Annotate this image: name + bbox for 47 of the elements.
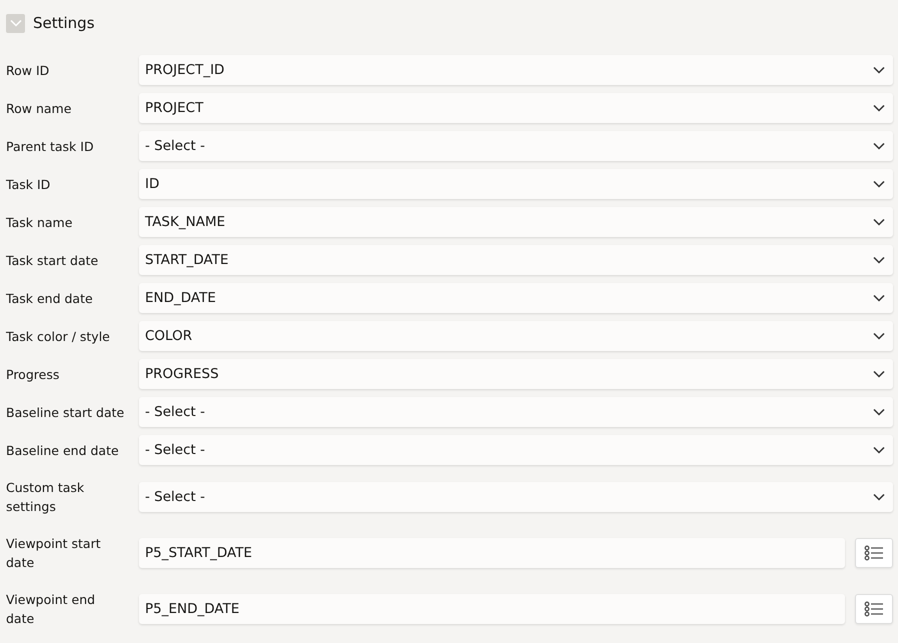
select-field[interactable]: - Select -	[139, 482, 893, 512]
chevron-down-icon	[873, 104, 885, 112]
field-label: Task color / style	[6, 328, 111, 346]
list-icon	[864, 601, 884, 617]
collapse-toggle[interactable]	[6, 14, 25, 32]
chevron-down-icon	[873, 294, 885, 302]
field-label: Custom task settings	[6, 479, 86, 516]
select-field[interactable]: END_DATE	[139, 283, 893, 313]
select-field[interactable]: - Select -	[139, 435, 893, 465]
select-field[interactable]: COLOR	[139, 321, 893, 351]
select-field[interactable]: PROJECT	[139, 93, 893, 123]
select-field[interactable]: TASK_NAME	[139, 207, 893, 237]
field-label: Row ID	[6, 62, 50, 80]
select-field[interactable]: - Select -	[139, 397, 893, 427]
list-button[interactable]	[855, 538, 893, 568]
chevron-down-icon	[873, 370, 885, 378]
chevron-down-icon	[873, 180, 885, 188]
select-field[interactable]: PROGRESS	[139, 359, 893, 389]
chevron-down-icon	[10, 19, 22, 27]
input-field[interactable]: P5_START_DATE	[139, 538, 845, 568]
field-label: Task ID	[6, 176, 52, 194]
field-label: Task name	[6, 214, 74, 232]
field-label: Parent task ID	[6, 138, 95, 156]
chevron-down-icon	[873, 142, 885, 150]
field-label: Row name	[6, 100, 72, 118]
section-title: Settings	[33, 14, 95, 32]
select-field[interactable]: ID	[139, 169, 893, 199]
chevron-down-icon	[873, 332, 885, 340]
list-button[interactable]	[855, 594, 893, 624]
chevron-down-icon	[873, 256, 885, 264]
select-field[interactable]: PROJECT_ID	[139, 55, 893, 85]
chevron-down-icon	[873, 446, 885, 454]
field-label: Baseline start date	[6, 404, 126, 422]
field-label: Task start date	[6, 252, 100, 270]
select-field[interactable]: - Select -	[139, 131, 893, 161]
list-icon	[864, 545, 884, 561]
select-field[interactable]: START_DATE	[139, 245, 893, 275]
field-label: Viewpoint start date	[6, 535, 102, 572]
field-label: Baseline end date	[6, 442, 120, 460]
field-label: Task end date	[6, 290, 94, 308]
chevron-down-icon	[873, 218, 885, 226]
chevron-down-icon	[873, 66, 885, 74]
field-label: Viewpoint end date	[6, 591, 96, 628]
chevron-down-icon	[873, 493, 885, 501]
chevron-down-icon	[873, 408, 885, 416]
field-label: Progress	[6, 366, 60, 384]
input-field[interactable]: P5_END_DATE	[139, 594, 845, 624]
